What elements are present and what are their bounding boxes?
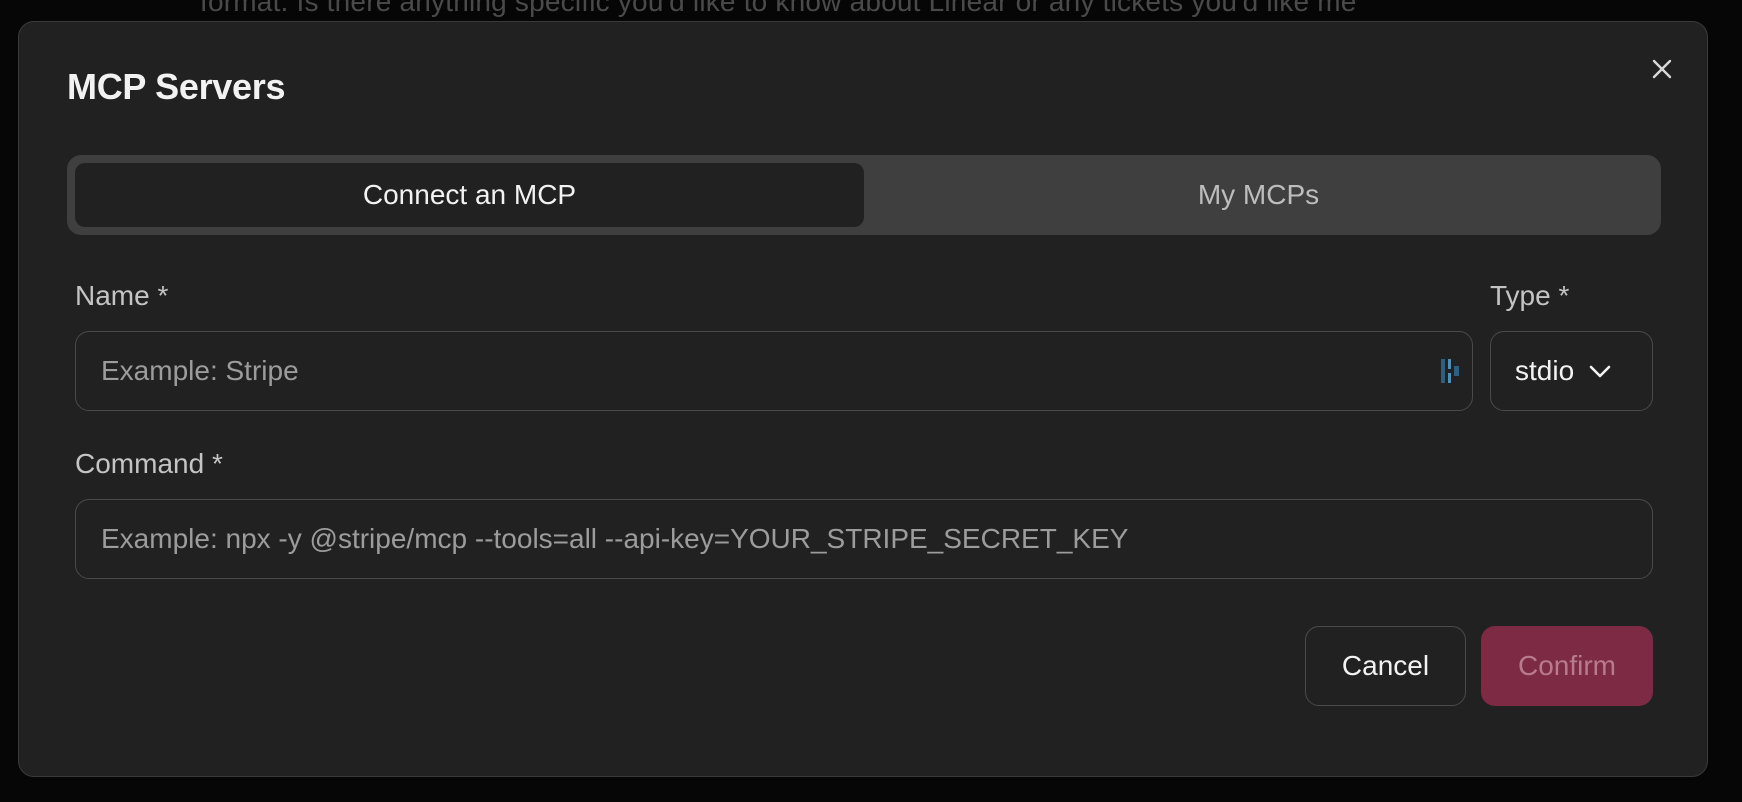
close-icon [1652,59,1672,79]
tab-my-mcps[interactable]: My MCPs [864,163,1653,227]
type-selected-value: stdio [1515,355,1575,386]
command-input[interactable] [76,523,1652,555]
tab-connect-an-mcp[interactable]: Connect an MCP [75,163,864,227]
background-chat-text: format. Is there anything specific you'd… [200,0,1357,17]
command-field-wrapper [75,499,1653,579]
dialog-title: MCP Servers [67,66,286,107]
name-label: Name * [75,280,169,311]
mcp-servers-dialog: MCP Servers Connect an MCP My MCPs Name … [18,21,1708,777]
type-label: Type * [1490,280,1570,311]
confirm-button[interactable]: Confirm [1481,626,1653,706]
name-field-wrapper [75,331,1473,411]
cancel-button[interactable]: Cancel [1305,626,1466,706]
password-manager-icon[interactable] [1440,356,1462,386]
chevron-down-icon [1588,359,1612,383]
tab-bar: Connect an MCP My MCPs [67,155,1661,235]
command-label: Command * [75,448,223,479]
close-button[interactable] [1645,52,1679,86]
type-select[interactable]: stdio [1490,331,1653,411]
name-input[interactable] [76,355,1472,387]
